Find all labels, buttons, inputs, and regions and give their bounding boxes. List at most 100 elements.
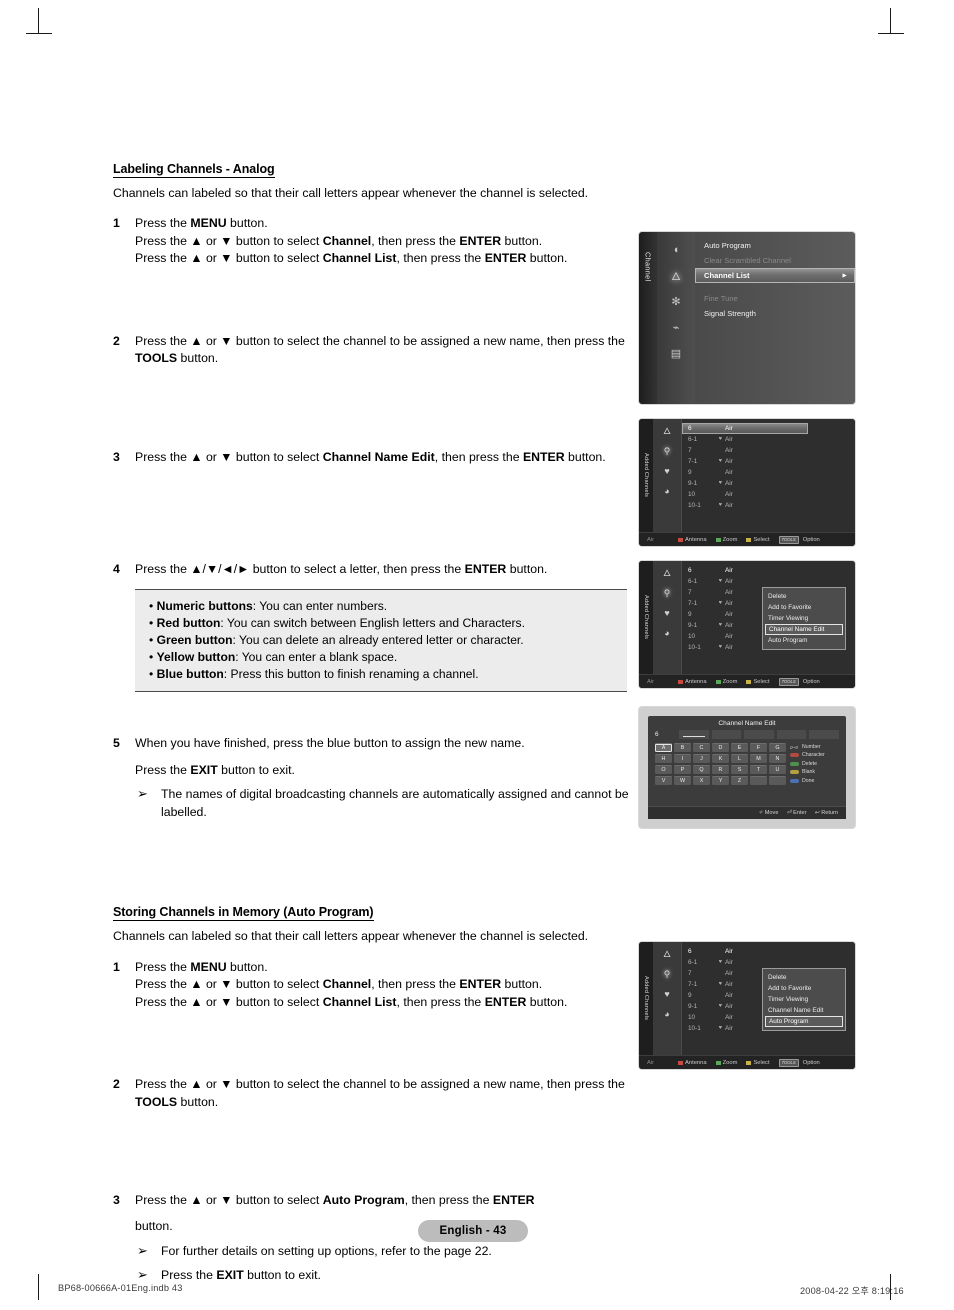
- added-channels-icon[interactable]: ⚲: [660, 968, 674, 980]
- all-channels-icon[interactable]: 🜂: [660, 948, 674, 960]
- step-body: Press the ▲ or ▼ button to select Channe…: [135, 449, 633, 466]
- osd-menu-icon-column: ◖ 🜂 ✻ ⌁ ▤: [657, 232, 695, 404]
- context-menu-item-delete[interactable]: Delete: [763, 972, 845, 983]
- all-channels-icon[interactable]: 🜂: [660, 425, 674, 437]
- osd-menu-tab-label: Channel: [643, 252, 653, 282]
- key-blank-2[interactable]: [769, 776, 786, 785]
- key-r[interactable]: R: [712, 765, 729, 774]
- step-line: Press the ▲ or ▼ button to select Channe…: [135, 994, 568, 1009]
- key-b[interactable]: B: [674, 743, 691, 752]
- step-number: 4: [113, 562, 120, 577]
- timer-clock-icon[interactable]: ◕: [660, 627, 674, 639]
- key-k[interactable]: K: [712, 754, 729, 763]
- infobox-bullet-text: : You can enter numbers.: [252, 598, 388, 613]
- table-row[interactable]: 6 Air: [682, 423, 809, 434]
- osd-menu-item-channel-list[interactable]: Channel List ►: [695, 268, 855, 283]
- table-row[interactable]: 6-1 ♥ Air: [682, 576, 855, 587]
- context-menu-item-channel-name-edit[interactable]: Channel Name Edit: [763, 1005, 845, 1016]
- osd-menu-list: Auto Program Clear Scrambled Channel Cha…: [695, 232, 855, 404]
- context-menu-item-channel-name-edit[interactable]: Channel Name Edit: [765, 624, 843, 635]
- key-s[interactable]: S: [731, 765, 748, 774]
- context-menu-item-auto-program[interactable]: Auto Program: [765, 1016, 843, 1027]
- key-t[interactable]: T: [750, 765, 767, 774]
- osd-list-tab-column: Added Channels: [639, 419, 653, 532]
- step-note: ➢ The names of digital broadcasting chan…: [135, 786, 633, 821]
- osd-auto-program-tools-screenshot: Added Channels 🜂 ⚲ ♥ ◕ 6 Air 6-1 ♥ Air 7 Air…: [639, 942, 855, 1069]
- added-channels-icon[interactable]: ⚲: [660, 445, 674, 457]
- key-z[interactable]: Z: [731, 776, 748, 785]
- support-card-icon[interactable]: ▤: [668, 346, 685, 361]
- osd-menu-item-auto-program[interactable]: Auto Program: [695, 238, 855, 253]
- key-g[interactable]: G: [769, 743, 786, 752]
- name-slot[interactable]: [711, 730, 742, 739]
- key-e[interactable]: E: [731, 743, 748, 752]
- key-f[interactable]: F: [750, 743, 767, 752]
- key-l[interactable]: L: [731, 754, 748, 763]
- key-x[interactable]: X: [693, 776, 710, 785]
- osd-help-zoom-label: Zoom: [722, 1059, 738, 1066]
- name-slot[interactable]: [679, 730, 709, 739]
- lock-icon: [714, 968, 722, 979]
- osd-list-icon-column: 🜂 ⚲ ♥ ◕: [653, 561, 681, 674]
- key-n[interactable]: N: [769, 754, 786, 763]
- step-number: 1: [113, 216, 120, 231]
- step-5: 5 When you have finished, press the blue…: [113, 735, 633, 821]
- key-p[interactable]: P: [674, 765, 691, 774]
- context-menu-item-timer-viewing[interactable]: Timer Viewing: [763, 994, 845, 1005]
- table-row[interactable]: 7-1 ♥ Air: [682, 456, 855, 467]
- step-number: 5: [113, 736, 120, 751]
- osd-menu-item-clear-scrambled-channel[interactable]: Clear Scrambled Channel: [695, 253, 855, 268]
- favorite-heart-icon[interactable]: ♥: [660, 465, 674, 477]
- table-row[interactable]: 6-1 ♥ Air: [682, 434, 855, 445]
- context-menu-item-auto-program[interactable]: Auto Program: [763, 635, 845, 646]
- lock-icon: ♥: [718, 502, 722, 508]
- name-slot[interactable]: [744, 730, 774, 739]
- table-row[interactable]: 9-1 ♥ Air: [682, 478, 855, 489]
- key-u[interactable]: U: [769, 765, 786, 774]
- key-blank-1[interactable]: [750, 776, 767, 785]
- favorite-heart-icon[interactable]: ♥: [660, 988, 674, 1000]
- context-menu-item-delete[interactable]: Delete: [763, 591, 845, 602]
- footer-label: Enter: [793, 810, 807, 816]
- table-row[interactable]: 6 Air: [682, 946, 855, 957]
- channel-antenna-icon[interactable]: 🜂: [668, 268, 685, 283]
- key-h[interactable]: H: [655, 754, 672, 763]
- all-channels-icon[interactable]: 🜂: [660, 567, 674, 579]
- context-menu-item-timer-viewing[interactable]: Timer Viewing: [763, 613, 845, 624]
- table-row[interactable]: 7 Air: [682, 445, 855, 456]
- key-w[interactable]: W: [674, 776, 691, 785]
- key-m[interactable]: M: [750, 754, 767, 763]
- table-row[interactable]: 10-1 ♥ Air: [682, 500, 855, 511]
- osd-menu-item-signal-strength[interactable]: Signal Strength: [695, 306, 855, 321]
- name-slot[interactable]: [809, 730, 839, 739]
- favorite-heart-icon[interactable]: ♥: [660, 607, 674, 619]
- key-v[interactable]: V: [655, 776, 672, 785]
- key-o[interactable]: O: [655, 765, 672, 774]
- context-menu-item-add-to-favorite[interactable]: Add to Favorite: [763, 983, 845, 994]
- key-d[interactable]: D: [712, 743, 729, 752]
- timer-clock-icon[interactable]: ◕: [660, 1008, 674, 1020]
- timer-clock-icon[interactable]: ◕: [660, 485, 674, 497]
- osd-help-option: TOOLS Option: [778, 1058, 820, 1067]
- infobox-bullet-text: : You can switch between English letters…: [220, 615, 525, 630]
- osd-menu-item-fine-tune[interactable]: Fine Tune: [695, 291, 855, 306]
- picture-icon[interactable]: ◖: [668, 242, 685, 257]
- step-line: When you have finished, press the blue b…: [135, 736, 525, 751]
- osd-channel-list-screenshot: Added Channels 🜂 ⚲ ♥ ◕ 6 Air 6-1 ♥ Air 7 Air…: [639, 419, 855, 546]
- added-channels-icon[interactable]: ⚲: [660, 587, 674, 599]
- key-a[interactable]: A: [655, 743, 672, 752]
- table-row[interactable]: 9 Air: [682, 467, 855, 478]
- table-row[interactable]: 6-1 ♥ Air: [682, 957, 855, 968]
- gear-setup-icon[interactable]: ✻: [668, 294, 685, 309]
- key-c[interactable]: C: [693, 743, 710, 752]
- input-plug-icon[interactable]: ⌁: [668, 320, 685, 335]
- table-row[interactable]: 10 Air: [682, 489, 855, 500]
- step-line: Press the ▲ or ▼ button to select Channe…: [135, 233, 543, 248]
- name-slot[interactable]: [776, 730, 807, 739]
- key-y[interactable]: Y: [712, 776, 729, 785]
- context-menu-item-add-to-favorite[interactable]: Add to Favorite: [763, 602, 845, 613]
- key-i[interactable]: I: [674, 754, 691, 763]
- table-row[interactable]: 6 Air: [682, 565, 855, 576]
- key-j[interactable]: J: [693, 754, 710, 763]
- key-q[interactable]: Q: [693, 765, 710, 774]
